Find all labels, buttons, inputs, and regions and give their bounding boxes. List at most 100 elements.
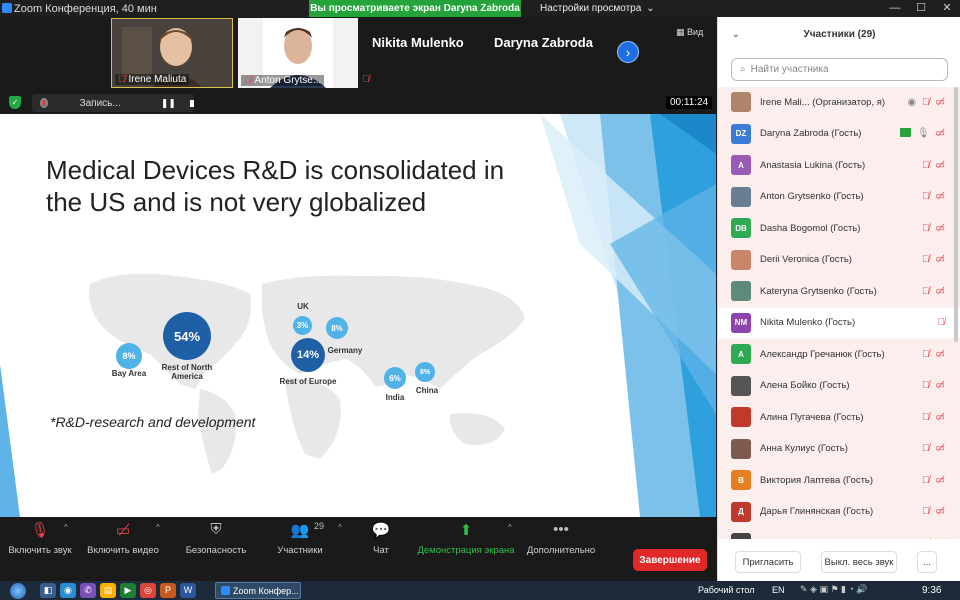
zoom-app-icon[interactable]: ◉ xyxy=(60,583,76,598)
participant-name: Виктория Лаптева (Гость) xyxy=(760,474,874,486)
participants-icon[interactable]: 👥 xyxy=(291,521,310,539)
media-icon[interactable]: ▶ xyxy=(120,583,136,598)
chevron-down-icon: ⌄ xyxy=(646,3,655,14)
participant-row[interactable]: Анна Кулиус (Гость) 🎙̸ ▭̸ xyxy=(718,433,960,465)
powerpoint-icon[interactable]: P xyxy=(160,583,176,598)
avatar: DZ xyxy=(731,123,751,144)
avatar: А xyxy=(731,344,751,365)
mic-icon: 🎙 xyxy=(916,128,930,140)
participant-status-icons: ◉ 🎙̸ ▭̸ xyxy=(907,97,945,108)
chat-icon[interactable]: 💬 xyxy=(372,521,391,539)
avatar xyxy=(731,438,751,459)
video-off-icon: ▭̸ xyxy=(935,411,945,423)
participant-name: Kateryna Grytsenko (Гость) xyxy=(760,285,877,297)
zoom-taskbar-item[interactable]: Zoom Конфер... xyxy=(215,582,301,599)
participant-name: Dasha Bogomol (Гость) xyxy=(760,222,861,234)
view-options-label: Настройки просмотра xyxy=(540,3,642,14)
participants-scrollbar[interactable] xyxy=(954,87,958,342)
map-bubble: 3% xyxy=(293,316,312,335)
share-options-caret[interactable]: ^ xyxy=(508,523,512,532)
mic-muted-icon: 🎙̸ xyxy=(922,191,930,203)
shield-icon[interactable]: ⛨ xyxy=(210,521,221,538)
participant-row[interactable]: Д Дарья Глинянская (Гость) 🎙̸ ▭̸ xyxy=(718,496,960,528)
participant-row[interactable]: Kateryna Grytsenko (Гость) 🎙̸ ▭̸ xyxy=(718,276,960,308)
participant-row[interactable]: А Александр Гречанюк (Гость) 🎙̸ ▭̸ xyxy=(718,339,960,371)
participant-row[interactable]: DZ Daryna Zabroda (Гость) 🎙 ▭̸ xyxy=(718,118,960,150)
unmute-button[interactable]: Включить звук xyxy=(0,545,85,556)
participant-row[interactable]: NM Nikita Mulenko (Гость) 🎙̸ xyxy=(718,308,960,339)
zoom-logo-icon xyxy=(221,586,230,595)
view-label: Вид xyxy=(687,27,704,37)
invite-button[interactable]: Пригласить xyxy=(735,551,801,573)
video-off-icon: ▭̸ xyxy=(935,443,945,455)
participant-row[interactable]: Irene Mali... (Организатор, я) ◉ 🎙̸ ▭̸ xyxy=(718,87,960,119)
word-icon[interactable]: W xyxy=(180,583,196,598)
next-page-button[interactable]: › xyxy=(617,41,639,63)
avatar: NM xyxy=(731,312,751,333)
participant-name: Дарья Демко (Гость) xyxy=(760,538,850,539)
meeting-toolbar: 🎙 ^ Включить звук ▭̸ ^ Включить видео ⛨ … xyxy=(0,517,717,581)
participant-status-icons: 🎙̸ ▭̸ xyxy=(922,191,945,202)
participant-row[interactable]: Алена Бойко (Гость) 🎙̸ ▭̸ xyxy=(718,370,960,402)
participant-row[interactable]: A Anastasia Lukina (Гость) 🎙̸ ▭̸ xyxy=(718,150,960,182)
mic-muted-icon: 🎙̸ xyxy=(922,474,930,486)
minimize-icon[interactable]: — xyxy=(882,0,908,17)
participant-name: Nikita Mulenko (Гость) xyxy=(760,317,856,329)
chrome-icon[interactable]: ◎ xyxy=(140,583,156,598)
collapse-chevron-icon[interactable]: ⌄ xyxy=(732,29,740,40)
participants-options-caret[interactable]: ^ xyxy=(338,523,342,532)
mic-muted-icon: 🎙̸ xyxy=(922,222,930,234)
stop-recording-button[interactable] xyxy=(189,99,194,107)
end-meeting-button[interactable]: Завершение xyxy=(633,549,707,571)
folder-icon[interactable]: ▤ xyxy=(100,583,116,598)
share-screen-icon[interactable]: ⬆ xyxy=(460,521,473,539)
explorer-icon[interactable]: ◧ xyxy=(40,583,56,598)
window-title: Zoom Конференция, 40 мин xyxy=(14,2,157,15)
participants-footer: Пригласить Выкл. весь звук ... xyxy=(718,544,960,580)
mic-options-caret[interactable]: ^ xyxy=(64,523,68,532)
video-off-icon: ▭̸ xyxy=(935,348,945,360)
tile-name: Irene Maliuta xyxy=(128,74,187,85)
start-button[interactable] xyxy=(10,583,26,599)
pause-recording-button[interactable]: ❚❚ xyxy=(161,98,176,109)
slide-title-line: the US and is not very globalized xyxy=(46,187,427,217)
video-tile[interactable]: 🎙̸ Anton Grytse... xyxy=(238,18,358,88)
participant-status-icons: 🎙̸ ▭̸ xyxy=(922,223,945,234)
video-tile[interactable]: 🎙̸ Irene Maliuta xyxy=(111,18,233,88)
share-screen-button[interactable]: Демонстрация экрана xyxy=(411,545,521,556)
security-shield-icon[interactable]: ✓ xyxy=(9,96,21,109)
language-indicator[interactable]: EN xyxy=(772,585,785,595)
participant-search-input[interactable]: ⌕ Найти участника xyxy=(731,58,948,81)
map-label: China xyxy=(415,386,439,395)
panel-more-button[interactable]: ... xyxy=(917,551,937,573)
video-options-caret[interactable]: ^ xyxy=(156,523,160,532)
tray-icons[interactable]: ✎ ◈ ▣ ⚑ ▮ ◔ 🔊 xyxy=(800,584,868,595)
participant-row[interactable]: Алина Пугачева (Гость) 🎙̸ ▭̸ xyxy=(718,402,960,434)
viber-icon[interactable]: ✆ xyxy=(80,583,96,598)
video-off-icon[interactable]: ▭̸ xyxy=(116,521,130,539)
participant-row[interactable]: Derii Veronica (Гость) 🎙̸ ▭̸ xyxy=(718,244,960,276)
close-icon[interactable]: ✕ xyxy=(934,0,960,17)
participant-row[interactable]: Anton Grytsenko (Гость) 🎙̸ ▭̸ xyxy=(718,181,960,213)
name-tile[interactable]: Daryna Zabroda xyxy=(494,35,593,50)
mic-muted-icon: 🎙̸ xyxy=(922,443,930,455)
maximize-icon[interactable]: ☐ xyxy=(908,0,934,17)
view-options-button[interactable]: Настройки просмотра ⌄ xyxy=(540,0,655,17)
more-icon[interactable]: ••• xyxy=(553,521,569,538)
mic-muted-icon[interactable]: 🎙 xyxy=(30,521,49,539)
more-button[interactable]: Дополнительно xyxy=(516,545,606,556)
slide-footnote: *R&D-research and development xyxy=(50,414,256,430)
map-label: India xyxy=(385,393,405,402)
participant-row[interactable]: В Виктория Лаптева (Гость) 🎙̸ ▭̸ xyxy=(718,465,960,497)
start-video-button[interactable]: Включить видео xyxy=(78,545,168,556)
avatar xyxy=(731,407,751,428)
participant-row[interactable]: Дарья Демко (Гость) 🎙̸ ▭̸ xyxy=(718,528,960,539)
participants-button[interactable]: Участники xyxy=(255,545,345,556)
name-tile[interactable]: Nikita Mulenko xyxy=(372,35,464,50)
security-button[interactable]: Безопасность xyxy=(171,545,261,556)
mute-all-button[interactable]: Выкл. весь звук xyxy=(821,551,897,573)
participant-row[interactable]: DB Dasha Bogomol (Гость) 🎙̸ ▭̸ xyxy=(718,213,960,245)
desktop-toolbar[interactable]: Рабочий стол xyxy=(698,585,755,595)
view-button[interactable]: ▦ Вид xyxy=(676,27,703,38)
system-clock[interactable]: 9:36 xyxy=(922,585,941,596)
